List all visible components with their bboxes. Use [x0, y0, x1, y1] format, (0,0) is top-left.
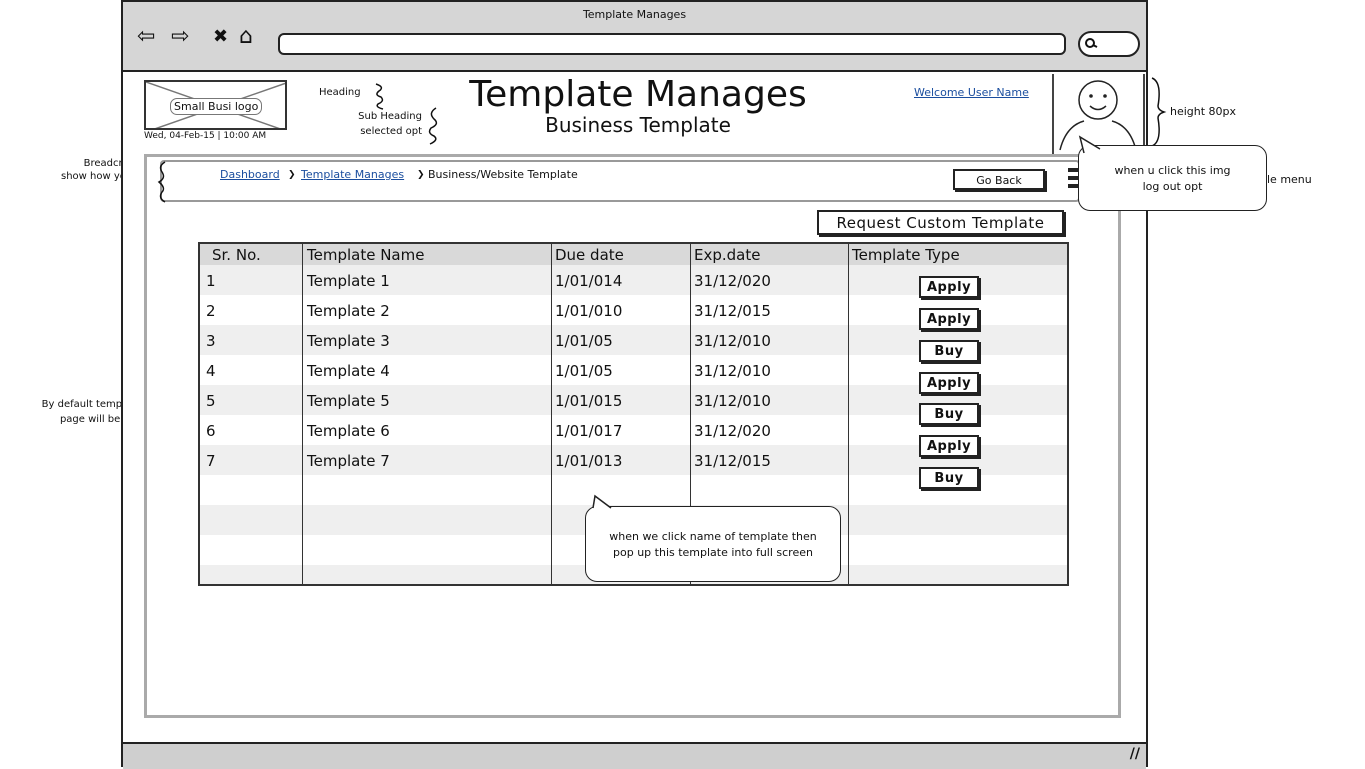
- apply-button[interactable]: Apply: [919, 276, 979, 298]
- column-divider: [551, 244, 552, 584]
- cell-sr-no: 5: [206, 392, 216, 410]
- apply-button[interactable]: Apply: [919, 308, 979, 330]
- resize-handle-icon[interactable]: //: [1130, 746, 1140, 762]
- cell-exp-date: 31/12/020: [694, 422, 771, 440]
- cell-sr-no: 6: [206, 422, 216, 440]
- status-bar: //: [123, 742, 1146, 769]
- column-divider: [848, 244, 849, 584]
- go-back-button[interactable]: Go Back: [953, 169, 1045, 190]
- subheading-annotation-line-2: selected opt: [360, 126, 422, 137]
- breadcrumb-dashboard-link[interactable]: Dashboard: [220, 168, 280, 181]
- template-popup-callout-line-2: pop up this template into full screen: [613, 546, 813, 559]
- subheading-squiggle-icon: [428, 107, 438, 145]
- browser-window: Template Manages ⇦ ⇨ ✖ ⌂ Small Busi logo…: [121, 0, 1148, 769]
- buy-button[interactable]: Buy: [919, 340, 979, 362]
- column-header-due-date: Due date: [555, 246, 624, 264]
- home-icon[interactable]: ⌂: [239, 24, 253, 50]
- template-name-link[interactable]: Template 6: [307, 422, 390, 440]
- cell-due-date: 1/01/010: [555, 302, 623, 320]
- breadcrumb-separator-icon: ❯: [288, 170, 296, 180]
- welcome-user-link[interactable]: Welcome User Name: [914, 86, 1029, 99]
- height-brace-icon: [1151, 77, 1167, 147]
- logo-placeholder: Small Busi logo: [144, 80, 287, 130]
- column-divider: [302, 244, 303, 584]
- heading-annotation: Heading: [319, 87, 361, 98]
- subheading-annotation: Sub Heading selected opt: [343, 109, 422, 139]
- template-popup-callout: when we click name of template then pop …: [585, 506, 841, 582]
- heading-squiggle-icon: [375, 83, 384, 110]
- column-header-exp-date: Exp.date: [694, 246, 761, 264]
- apply-button[interactable]: Apply: [919, 372, 979, 394]
- window-title: Template Manages: [582, 8, 687, 21]
- height-annotation: height 80px: [1170, 105, 1237, 118]
- page-title: Template Manages: [469, 74, 807, 115]
- logout-callout-line-1: when u click this img: [1114, 164, 1231, 177]
- menu-annotation: le menu: [1267, 173, 1312, 186]
- search-icon: [1085, 38, 1098, 48]
- cell-due-date: 1/01/05: [555, 332, 613, 350]
- template-popup-callout-line-1: when we click name of template then: [609, 530, 817, 543]
- cell-sr-no: 2: [206, 302, 216, 320]
- subheading-annotation-line-1: Sub Heading: [358, 111, 422, 122]
- cell-due-date: 1/01/014: [555, 272, 623, 290]
- apply-button[interactable]: Apply: [919, 435, 979, 457]
- breadcrumb-template-manages-link[interactable]: Template Manages: [301, 168, 404, 181]
- date-time: Wed, 04-Feb-15 | 10:00 AM: [144, 131, 267, 141]
- logout-callout-line-2: log out opt: [1142, 180, 1203, 193]
- column-header-template-name: Template Name: [307, 246, 425, 264]
- cell-sr-no: 7: [206, 452, 216, 470]
- template-name-link[interactable]: Template 4: [307, 362, 390, 380]
- breadcrumb-bar: [160, 160, 1080, 202]
- template-name-link[interactable]: Template 1: [307, 272, 390, 290]
- browser-titlebar: Template Manages ⇦ ⇨ ✖ ⌂: [123, 2, 1146, 72]
- cell-due-date: 1/01/015: [555, 392, 623, 410]
- breadcrumb-current: Business/Website Template: [428, 168, 578, 181]
- template-name-link[interactable]: Template 3: [307, 332, 390, 350]
- cell-due-date: 1/01/017: [555, 422, 623, 440]
- cell-exp-date: 31/12/015: [694, 452, 771, 470]
- cell-exp-date: 31/12/020: [694, 272, 771, 290]
- template-name-link[interactable]: Template 2: [307, 302, 390, 320]
- close-icon[interactable]: ✖: [213, 24, 228, 50]
- cell-exp-date: 31/12/010: [694, 392, 771, 410]
- breadcrumb-separator-icon: ❯: [417, 170, 425, 180]
- cell-sr-no: 3: [206, 332, 216, 350]
- template-name-link[interactable]: Template 5: [307, 392, 390, 410]
- cell-exp-date: 31/12/015: [694, 302, 771, 320]
- column-header-template-type: Template Type: [852, 246, 960, 264]
- browser-search-field[interactable]: [1078, 31, 1140, 57]
- breadcrumb-brace-icon: [157, 161, 166, 203]
- cell-exp-date: 31/12/010: [694, 332, 771, 350]
- page-subtitle: Business Template: [545, 113, 731, 137]
- buy-button[interactable]: Buy: [919, 467, 979, 489]
- forward-icon[interactable]: ⇨: [171, 24, 189, 50]
- cell-sr-no: 1: [206, 272, 216, 290]
- back-icon[interactable]: ⇦: [137, 24, 155, 50]
- cell-due-date: 1/01/05: [555, 362, 613, 380]
- request-custom-template-button[interactable]: Request Custom Template: [817, 210, 1064, 235]
- logo-text: Small Busi logo: [170, 98, 263, 115]
- callout-pointer-icon: [1078, 135, 1101, 154]
- callout-pointer-icon: [592, 494, 612, 509]
- column-header-sr-no: Sr. No.: [212, 246, 261, 264]
- cell-sr-no: 4: [206, 362, 216, 380]
- cell-due-date: 1/01/013: [555, 452, 623, 470]
- cell-exp-date: 31/12/010: [694, 362, 771, 380]
- template-name-link[interactable]: Template 7: [307, 452, 390, 470]
- address-bar[interactable]: [278, 33, 1066, 55]
- buy-button[interactable]: Buy: [919, 403, 979, 425]
